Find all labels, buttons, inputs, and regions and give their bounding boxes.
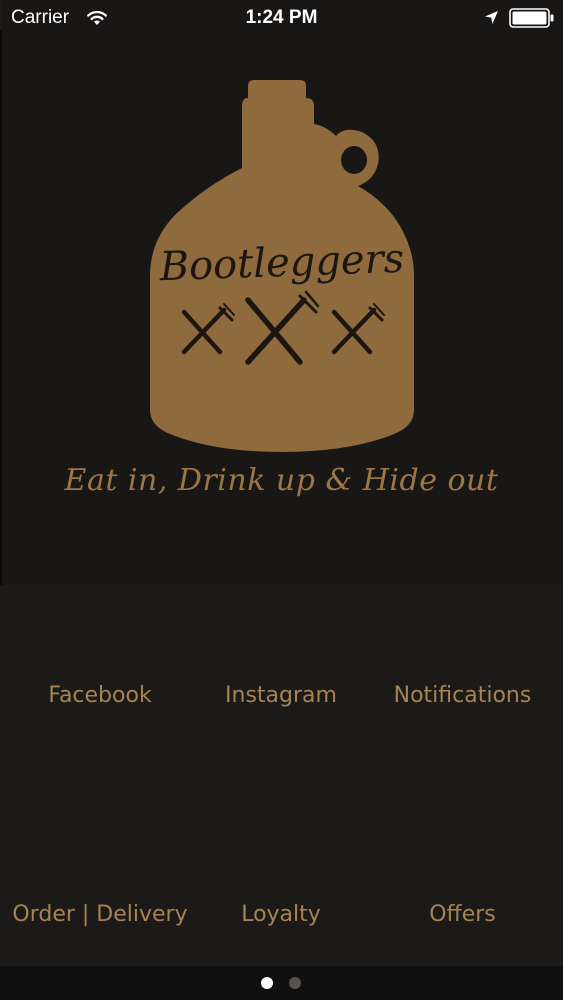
facebook-button[interactable]: Facebook [20, 683, 180, 708]
page-dot-inactive[interactable] [289, 977, 301, 989]
jug-handle-hole [341, 146, 367, 174]
loyalty-button[interactable]: Loyalty [201, 902, 361, 927]
bootleggers-jug-logo: Bootleggers [150, 80, 414, 452]
instagram-button[interactable]: Instagram [201, 683, 361, 708]
location-arrow-icon [485, 11, 498, 24]
status-time: 1:24 PM [245, 7, 318, 28]
status-bar: Carrier 1:24 PM [0, 0, 563, 38]
battery-icon [509, 8, 554, 28]
offers-button[interactable]: Offers [382, 902, 543, 927]
home-screen: Carrier 1:24 PM Bootleggers Eat in, Drin… [0, 0, 563, 1000]
page-control[interactable] [0, 966, 563, 1000]
notifications-button[interactable]: Notifications [382, 683, 543, 708]
order-delivery-button[interactable]: Order | Delivery [0, 902, 200, 927]
tagline: Eat in, Drink up & Hide out [64, 463, 499, 498]
page-dot-active[interactable] [261, 977, 273, 989]
left-edge-divider [0, 30, 2, 585]
logo-brand-text: Bootleggers [158, 236, 405, 291]
